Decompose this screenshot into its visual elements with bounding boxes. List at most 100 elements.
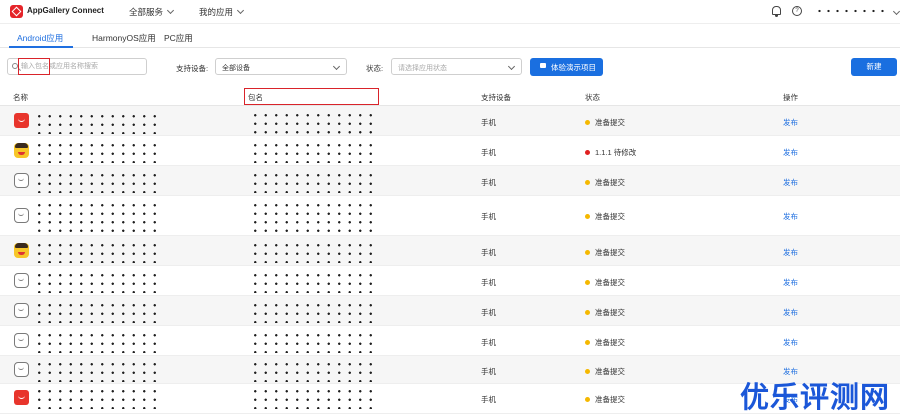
appgallery-logo-icon[interactable] [10,5,23,18]
help-icon[interactable]: ? [792,6,802,16]
masked-package-name [250,271,378,293]
table-row[interactable]: 手机 准备提交 发布 [0,326,900,356]
table-row[interactable]: 手机 准备提交 发布 [0,266,900,296]
app-icon [14,143,29,158]
table-row[interactable]: 手机 准备提交 发布 [0,166,900,196]
masked-package-name [250,201,378,233]
publish-link[interactable]: 发布 [783,277,798,288]
user-account-masked[interactable] [815,7,887,15]
bell-icon[interactable] [772,6,781,17]
status-dot [585,310,590,315]
demo-icon [540,63,546,68]
column-action: 操作 [783,93,798,102]
status-cell: 1.1.1 待修改 [585,147,636,158]
site-watermark: 优乐评测网 [740,380,891,414]
device-cell: 手机 [481,395,496,404]
status-dot [585,280,590,285]
tab-android[interactable]: Android应用 [17,32,63,44]
top-bar: AppGallery Connect 全部服务 我的应用 ? [0,0,900,24]
status-dot [585,250,590,255]
publish-link[interactable]: 发布 [783,337,798,348]
app-icon [14,208,29,223]
table-row[interactable]: 手机 1.1.1 待修改 发布 [0,136,900,166]
chevron-down-icon [236,6,245,15]
status-cell: 准备提交 [585,394,625,405]
nav-all-services[interactable]: 全部服务 [129,6,175,18]
device-cell: 手机 [481,367,496,376]
status-dot [585,340,590,345]
publish-link[interactable]: 发布 [783,117,798,128]
masked-app-name [34,301,158,323]
masked-package-name [250,171,378,193]
status-cell: 准备提交 [585,247,625,258]
status-cell: 准备提交 [585,211,625,222]
masked-app-name [34,171,158,193]
status-cell: 准备提交 [585,366,625,377]
demo-project-button[interactable]: 体验演示项目 [530,58,603,76]
status-cell: 准备提交 [585,307,625,318]
masked-app-name [34,360,158,382]
status-cell: 准备提交 [585,277,625,288]
device-cell: 手机 [481,212,496,221]
table-row[interactable]: 手机 准备提交 发布 [0,296,900,326]
app-icon [14,273,29,288]
device-cell: 手机 [481,338,496,347]
device-cell: 手机 [481,248,496,257]
masked-package-name [250,387,378,409]
app-icon [14,243,29,258]
device-cell: 手机 [481,178,496,187]
app-icon [14,173,29,188]
nav-my-apps[interactable]: 我的应用 [199,6,245,18]
status-dot [585,150,590,155]
status-filter-label: 状态: [366,64,384,73]
app-icon [14,303,29,318]
publish-link[interactable]: 发布 [783,247,798,258]
status-cell: 准备提交 [585,337,625,348]
masked-app-name [34,112,158,134]
status-dot [585,397,590,402]
masked-app-name [34,141,158,163]
masked-package-name [250,331,378,353]
table-row[interactable]: 手机 准备提交 发布 [0,196,900,236]
highlight-box-package [244,88,379,105]
masked-package-name [250,111,378,135]
table-header: 名称 包名 支持设备 状态 操作 [0,88,900,106]
app-icon [14,362,29,377]
publish-link[interactable]: 发布 [783,147,798,158]
masked-app-name [34,241,158,263]
tab-pc[interactable]: PC应用 [164,32,193,44]
status-dot [585,180,590,185]
column-name: 名称 [13,93,28,102]
publish-link[interactable]: 发布 [783,177,798,188]
masked-app-name [34,271,158,293]
device-filter-label: 支持设备: [176,64,209,73]
masked-app-name [34,387,158,409]
publish-link[interactable]: 发布 [783,307,798,318]
masked-package-name [250,360,378,382]
device-cell: 手机 [481,308,496,317]
tab-harmonyos[interactable]: HarmonyOS应用 [92,32,156,44]
chevron-down-icon[interactable] [892,7,900,16]
app-icon [14,390,29,405]
platform-tabs: Android应用 HarmonyOS应用 PC应用 [0,28,900,48]
masked-app-name [34,201,158,233]
status-select[interactable]: 请选择应用状态 [391,58,522,75]
column-device: 支持设备 [481,93,511,102]
active-tab-indicator [9,46,73,48]
new-button[interactable]: 新建 [851,58,897,76]
device-cell: 手机 [481,148,496,157]
status-cell: 准备提交 [585,177,625,188]
publish-link[interactable]: 发布 [783,211,798,222]
masked-package-name [250,141,378,163]
table-row[interactable]: 手机 准备提交 发布 [0,106,900,136]
device-cell: 手机 [481,278,496,287]
brand-name[interactable]: AppGallery Connect [27,6,104,15]
chevron-down-icon [166,6,175,15]
table-row[interactable]: 手机 准备提交 发布 [0,236,900,266]
device-select[interactable]: 全部设备 [215,58,347,75]
masked-app-name [34,331,158,353]
chevron-down-icon [332,62,341,71]
status-dot [585,214,590,219]
masked-package-name [250,301,378,323]
status-dot [585,369,590,374]
